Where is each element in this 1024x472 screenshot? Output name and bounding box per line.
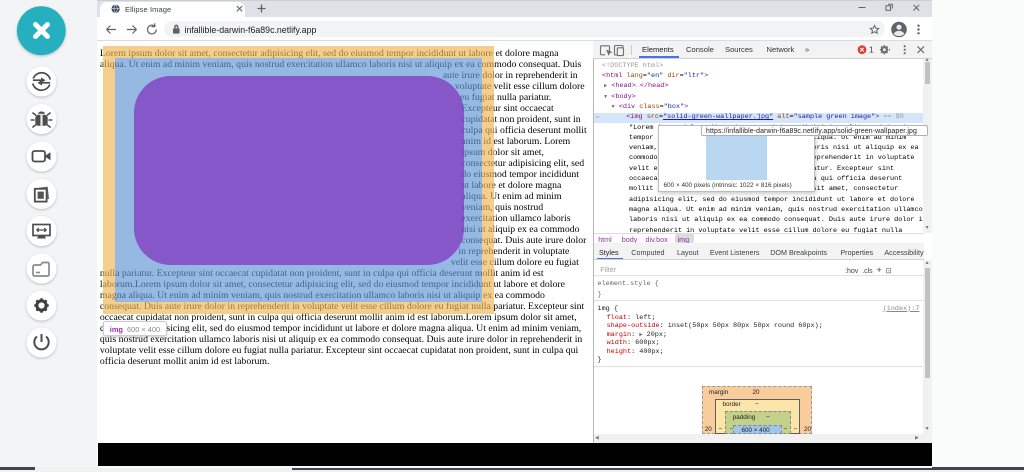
svg-text:1: 1 [869,46,874,55]
